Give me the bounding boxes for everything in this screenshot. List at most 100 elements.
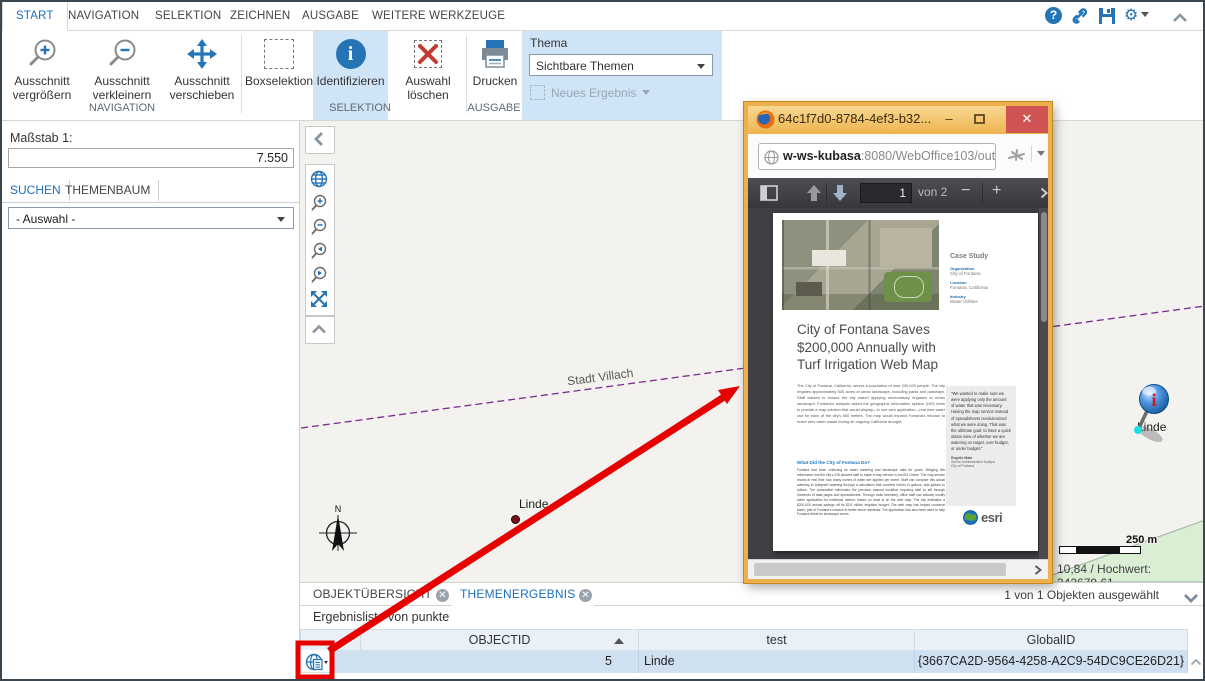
scale-label: Maßstab 1: [10,131,73,145]
full-extent-globe-icon[interactable] [306,167,332,191]
previous-page-icon[interactable] [806,184,822,202]
map-point-marker[interactable] [511,515,520,524]
zoom-out-pdf-button[interactable]: − [961,182,970,200]
tab-themenergebnis[interactable]: THEMENERGEBNIS [460,587,575,601]
next-extent-icon[interactable] [306,263,332,287]
address-bar: w-ws-kubasa:8080/WebOffice103/outp [748,134,1048,179]
scrollbar-thumb[interactable] [1041,212,1047,322]
search-sidebar: Maßstab 1: SUCHEN THEMENBAUM - Auswahl - [2,120,300,679]
scroll-right-icon[interactable] [1034,565,1042,575]
map-point-label: Linde [519,497,548,511]
move-arrows-icon [167,34,237,74]
dashed-box-icon [530,85,545,100]
page-count-label: von 2 [918,185,947,199]
sort-ascending-icon [614,638,624,644]
close-icon[interactable]: ✕ [436,589,449,602]
table-header-icon-col [300,629,361,651]
thema-dropdown[interactable]: Sichtbare Themen [529,54,713,76]
zoom-out-tool-icon[interactable] [306,215,332,239]
zoom-in-pdf-button[interactable]: + [992,182,1001,200]
dashed-box-red-x-icon [393,34,463,74]
ribbon-collapse-icon[interactable] [1172,10,1190,28]
chevron-left-icon [306,127,332,151]
info-circle-icon: i [313,34,388,74]
esri-logo: esri [963,510,1002,525]
pdf-horizontal-scrollbar[interactable] [748,559,1048,579]
group-label-selektion: SELEKTION [302,102,418,114]
panel-collapse-chevron-icon[interactable] [1183,590,1199,608]
tab-objektuebersicht[interactable]: OBJEKTÜBERSICHT [313,587,432,601]
thema-panel: Thema Sichtbare Themen Neues Ergebnis [522,31,722,120]
help-icon[interactable]: ? [1045,7,1063,25]
map-tools-toolbar [305,164,335,316]
aerial-photo [782,220,939,310]
table-cell-globalid[interactable]: {3667CA2D-9564-4258-A2C9-54DC9CE26D21} [915,650,1188,673]
pdf-paragraph-2: Fontana had been collecting its water me… [797,468,945,517]
toolbar-collapse-button[interactable] [305,316,335,344]
pdf-page: Case Study Organization City of Fontana … [773,213,1038,551]
magnifier-minus-icon [84,34,160,74]
table-header-globalid[interactable]: GlobalID [914,629,1188,651]
case-study-heading: Case Study [950,253,1030,260]
minimize-button[interactable]: – [938,106,960,133]
zoom-in-tool-icon[interactable] [306,191,332,215]
tab-weitere-werkzeuge[interactable]: WEITERE WERKZEUGE [359,2,518,30]
scroll-up-icon[interactable] [1190,653,1202,671]
row-icon-cell [300,650,361,673]
url-input[interactable]: w-ws-kubasa:8080/WebOffice103/outp [758,143,996,170]
scrollbar-thumb[interactable] [754,563,1006,576]
table-header-objectid[interactable]: OBJECTID [360,629,639,651]
chevron-down-icon [277,217,285,222]
settings-gear-icon[interactable]: ⚙ [1124,7,1154,25]
table-header-test[interactable]: test [638,629,915,651]
thema-label: Thema [530,36,567,50]
group-label-ausgabe: AUSGABE [457,102,531,114]
previous-extent-icon[interactable] [306,239,332,263]
site-globe-icon [764,150,779,165]
next-page-icon[interactable] [832,184,848,202]
link-icon[interactable] [1070,7,1088,25]
neues-ergebnis-label: Neues Ergebnis [551,86,636,100]
save-icon[interactable] [1098,7,1116,25]
table-cell-objectid[interactable]: 5 [361,650,639,673]
button-label: Auswahl löschen [393,74,463,102]
tab-themenbaum[interactable]: THEMENBAUM [57,180,159,201]
sidebar-collapse-button[interactable] [305,126,335,154]
esri-globe-icon [963,510,978,525]
pdf-quote-box: "We wanted to make sure we were applying… [946,386,1016,506]
group-label-navigation: NAVIGATION [42,102,202,114]
firefox-icon [756,110,775,129]
close-icon[interactable]: ✕ [579,589,592,602]
auswahl-dropdown-value: - Auswahl - [16,212,75,226]
popup-title: 64c1f7d0-8784-4ef3-b32... [778,111,931,126]
compass-north-arrow: N [315,502,361,558]
identify-result-pin[interactable]: i [1114,372,1178,444]
auswahl-dropdown[interactable]: - Auswahl - [8,207,294,229]
sidebar-toggle-icon[interactable] [760,185,778,201]
tab-navigation[interactable]: NAVIGATION [55,2,152,30]
case-study-sidebar: Case Study Organization City of Fontana … [950,253,1030,304]
toolbar-overflow-icon[interactable] [1040,187,1048,199]
table-cell-test[interactable]: Linde [639,650,915,673]
page-number-input[interactable]: 1 [860,183,912,203]
pdf-title: City of Fontana Saves $200,000 Annually … [797,321,949,374]
zoom-to-object-icon[interactable] [305,653,329,671]
pdf-viewport[interactable]: Case Study Organization City of Fontana … [748,208,1048,559]
printer-icon [470,34,520,74]
button-label: Ausschnitt vergrößern [8,74,76,102]
full-extent-arrows-icon[interactable] [306,287,332,311]
scalebar [1059,546,1141,554]
neues-ergebnis-button[interactable]: Neues Ergebnis [530,85,650,100]
button-label: Identifizieren [313,74,388,88]
dashed-box-icon [245,34,313,74]
scale-input[interactable] [8,148,294,168]
popup-titlebar[interactable]: 64c1f7d0-8784-4ef3-b32... – ✕ [748,106,1048,134]
close-button[interactable]: ✕ [1006,106,1048,133]
scalebar-label: 250 m [1126,534,1157,546]
url-dropdown-icon[interactable] [1037,151,1045,156]
divider [300,605,1205,606]
maximize-button[interactable] [968,106,990,133]
pdf-vertical-scrollbar[interactable] [1039,208,1048,559]
button-label: Boxselektion [245,74,313,88]
bookmark-icon[interactable] [1006,146,1028,164]
